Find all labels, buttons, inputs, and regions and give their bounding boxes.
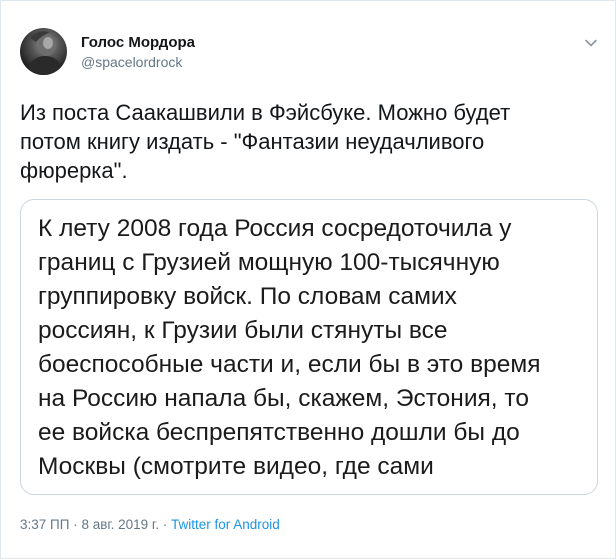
avatar[interactable] [20,28,67,75]
tweet-source-link[interactable]: Twitter for Android [171,517,280,532]
chevron-down-icon[interactable] [583,35,599,51]
tweet-card: Голос Мордора @spacelordrock Из поста Са… [0,0,616,559]
attached-image[interactable]: К лету 2008 года Россия сосредоточила у … [20,199,598,495]
tweet-date[interactable]: 8 авг. 2019 г. [81,517,159,532]
author-handle[interactable]: @spacelordrock [81,54,182,70]
tweet-metadata: 3:37 ПП · 8 авг. 2019 г. · Twitter for A… [20,517,280,532]
meta-separator: · [158,517,171,532]
tweet-text: Из поста Саакашвили в Фэйсбуке. Можно бу… [20,100,511,183]
tweet-time[interactable]: 3:37 ПП [20,517,69,532]
meta-separator: · [69,517,82,532]
author-name[interactable]: Голос Мордора [81,34,195,51]
image-text: К лету 2008 года Россия сосредоточила у … [38,215,541,480]
